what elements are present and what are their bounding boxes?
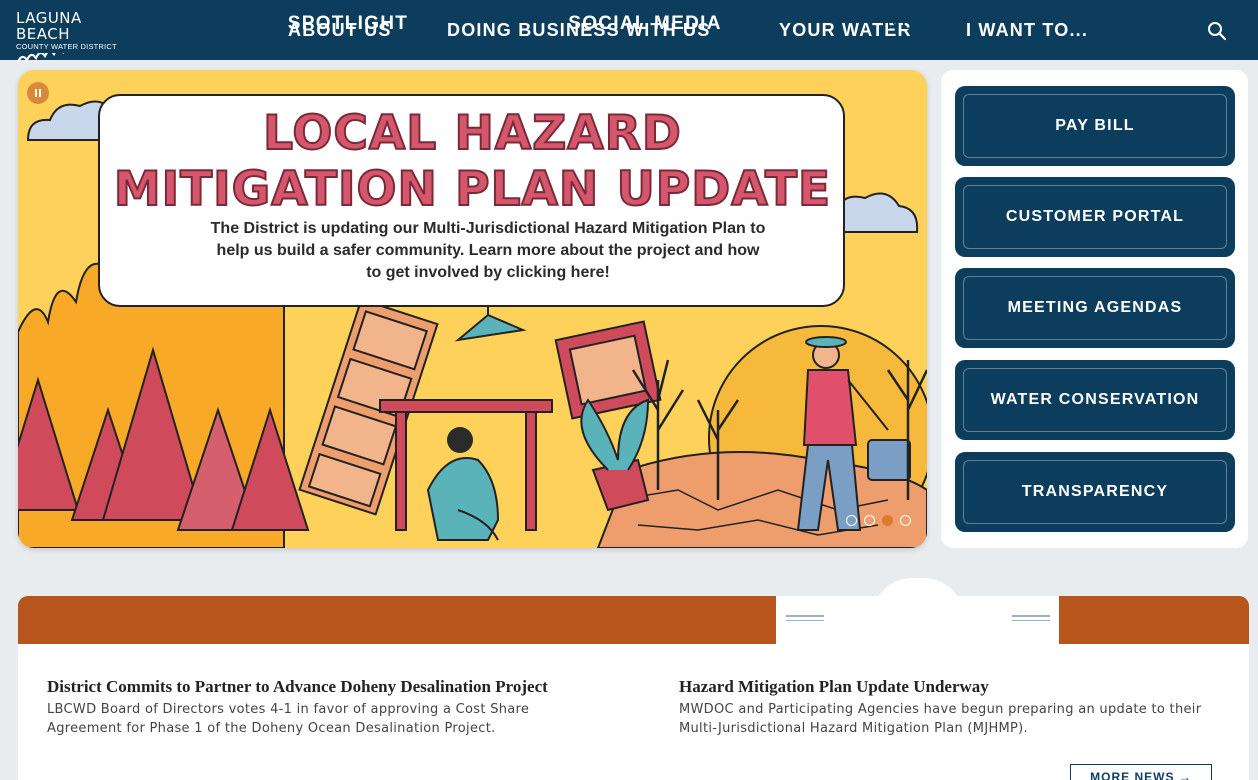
news-item-summary: MWDOC and Participating Agencies have be…	[679, 702, 1202, 736]
pay-bill-label: PAY BILL	[1055, 117, 1135, 134]
slide-dot-1[interactable]	[846, 515, 857, 526]
waves-icon	[16, 53, 64, 63]
quick-links-panel: PAY BILL CUSTOMER PORTAL MEETING AGENDAS…	[941, 70, 1248, 548]
hero-title-line2: MITIGATION PLAN UPDATE	[113, 161, 832, 218]
customer-portal-label: CUSTOMER PORTAL	[1005, 208, 1185, 225]
slide-dot-3[interactable]	[882, 515, 893, 526]
slider-pause-button[interactable]	[27, 82, 49, 104]
hero-description: The District is updating our Multi-Juris…	[210, 220, 766, 281]
customer-portal-button[interactable]: CUSTOMER PORTAL	[955, 177, 1235, 257]
slider-pagination	[846, 515, 911, 526]
water-conservation-button[interactable]: WATER CONSERVATION	[955, 360, 1235, 440]
logo-subtitle: COUNTY WATER DISTRICT	[16, 42, 117, 51]
decorative-lines-icon	[1012, 615, 1050, 625]
search-icon	[1208, 22, 1227, 41]
decorative-lines-icon	[786, 615, 824, 625]
transparency-button[interactable]: TRANSPARENCY	[955, 452, 1235, 532]
water-conservation-label: WATER CONSERVATION	[990, 391, 1200, 408]
news-item-title[interactable]: District Commits to Partner to Advance D…	[47, 677, 548, 697]
news-item-title[interactable]: Hazard Mitigation Plan Update Underway	[679, 677, 989, 697]
hero-slide[interactable]: LOCAL HAZARD MITIGATION PLAN UPDATE The …	[18, 70, 927, 548]
slide-dot-2[interactable]	[864, 515, 875, 526]
logo-name: LAGUNA BEACH	[16, 9, 82, 43]
tab-spotlight[interactable]: SPOTLIGHT	[238, 0, 458, 48]
district-logo[interactable]: LAGUNA BEACH COUNTY WATER DISTRICT	[16, 9, 134, 63]
meeting-agendas-button[interactable]: MEETING AGENDAS	[955, 268, 1235, 348]
transparency-label: TRANSPARENCY	[1021, 483, 1169, 500]
content-tab-bar	[18, 596, 1249, 644]
pay-bill-button[interactable]: PAY BILL	[955, 86, 1235, 166]
tab-social-media[interactable]: SOCIAL MEDIA	[520, 0, 770, 48]
tab-news[interactable]: NEWS	[776, 0, 1059, 48]
slide-dot-4[interactable]	[900, 515, 911, 526]
hero-title-line1: LOCAL HAZARD	[262, 105, 682, 162]
meeting-agendas-label: MEETING AGENDAS	[1007, 299, 1183, 316]
more-news-button[interactable]: MORE NEWS →	[1070, 764, 1212, 780]
news-item-summary: LBCWD Board of Directors votes 4-1 in fa…	[47, 702, 530, 736]
search-button[interactable]	[1206, 20, 1228, 42]
